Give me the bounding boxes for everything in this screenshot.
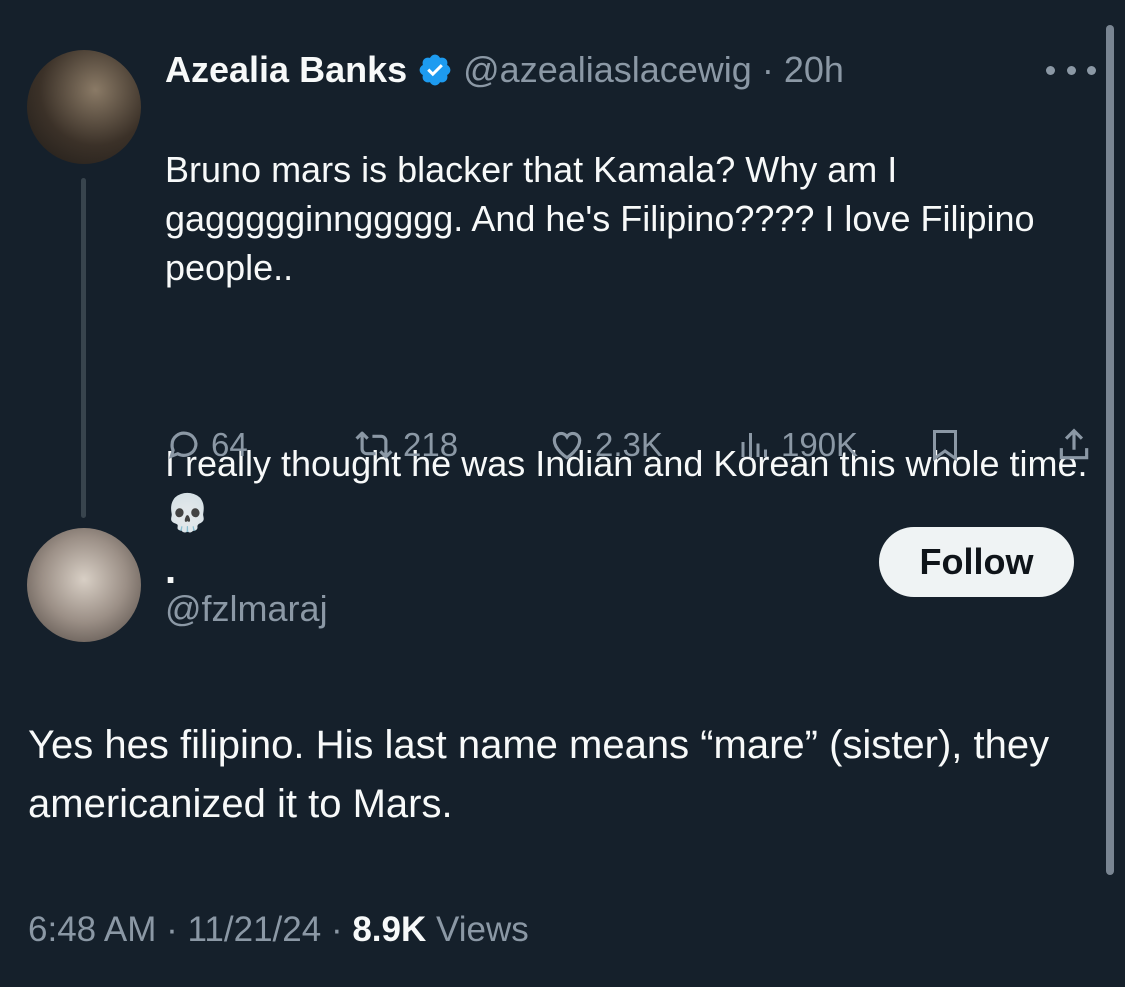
- parent-tweet-header: Azealia Banks @azealiaslacewig · 20h: [165, 44, 844, 96]
- reply-tweet-text: Yes hes filipino. His last name means “m…: [28, 723, 1050, 826]
- repost-arrows-icon: [353, 426, 395, 464]
- author-handle[interactable]: @azealiaslacewig: [463, 49, 752, 91]
- reply-views-count[interactable]: 8.9K: [352, 910, 426, 949]
- header-separator: ·: [761, 49, 774, 90]
- share-upload-icon[interactable]: [1055, 418, 1093, 472]
- like-count: 2.3K: [595, 426, 663, 463]
- views-action[interactable]: 190K: [737, 418, 858, 472]
- meta-separator: ·: [166, 910, 178, 949]
- tweet-action-bar: 64 218 2.3K 190K: [165, 418, 1095, 472]
- parent-tweet-text: Bruno mars is blacker that Kamala? Why a…: [165, 96, 1100, 586]
- reply-views-label: Views: [436, 910, 529, 949]
- views-count: 190K: [781, 426, 859, 463]
- heart-icon: [547, 426, 587, 464]
- thread-connector-line: [81, 178, 86, 518]
- author-display-name[interactable]: Azealia Banks: [165, 49, 407, 91]
- more-horizontal-icon[interactable]: [1046, 50, 1096, 90]
- tweet-metadata: 6:48 AM · 11/21/24 · 8.9K Views: [28, 910, 529, 950]
- meta-separator: ·: [330, 910, 343, 949]
- reply-display-name[interactable]: .: [165, 548, 176, 593]
- reply-action[interactable]: 64: [165, 418, 248, 472]
- tweet-paragraph-1: Bruno mars is blacker that Kamala? Why a…: [165, 149, 1035, 288]
- follow-button[interactable]: Follow: [879, 527, 1074, 597]
- bookmark-icon[interactable]: [927, 418, 963, 472]
- reply-count: 64: [211, 426, 248, 463]
- repost-count: 218: [403, 426, 459, 463]
- timestamp-time[interactable]: 6:48 AM: [28, 910, 156, 949]
- tweet-time-ago[interactable]: 20h: [784, 49, 844, 91]
- repost-action[interactable]: 218: [353, 418, 458, 472]
- verified-badge-icon: [417, 52, 453, 88]
- reply-bubble-icon: [165, 426, 203, 464]
- timestamp-date[interactable]: 11/21/24: [188, 910, 322, 949]
- avatar-azealia-banks[interactable]: [27, 50, 141, 164]
- bar-chart-icon: [737, 426, 773, 464]
- reply-handle[interactable]: @fzlmaraj: [165, 588, 328, 630]
- like-action[interactable]: 2.3K: [547, 418, 663, 472]
- avatar-fzlmaraj[interactable]: [27, 528, 141, 642]
